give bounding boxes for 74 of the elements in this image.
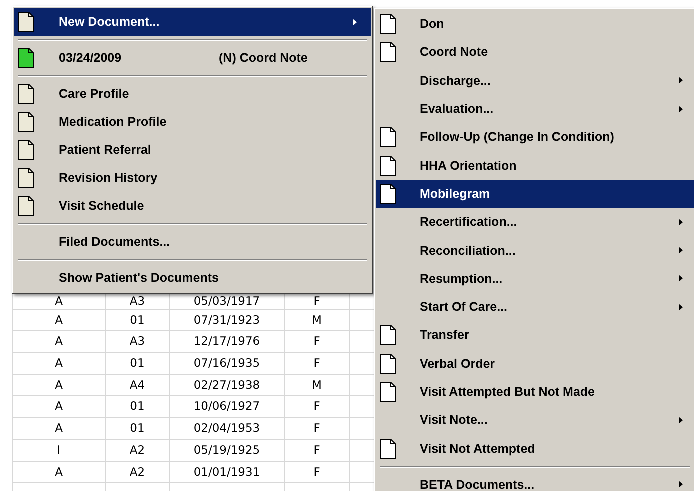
document-icon [380, 42, 396, 62]
menu-item[interactable]: Don [376, 10, 694, 38]
menu-item[interactable]: HHA Orientation [376, 151, 694, 180]
document-icon [380, 354, 396, 374]
table-cell: 01 [106, 418, 170, 440]
menu-item[interactable]: Patient Referral [14, 136, 371, 164]
table-cell: A [12, 310, 106, 332]
document-icon [18, 112, 34, 132]
menu-item[interactable]: Discharge... [376, 66, 694, 95]
table-cell: F [285, 396, 350, 418]
table-cell: A3 [106, 331, 170, 354]
menu-item[interactable]: Verbal Order [376, 350, 694, 378]
menu-item[interactable]: Visit Attempted But Not Made [376, 378, 694, 406]
table-cell: 02/27/1938 [170, 374, 285, 396]
table-cell: A [12, 374, 106, 396]
table-cell: M [285, 310, 350, 332]
table-cell: F [285, 418, 350, 440]
document-icon [380, 127, 396, 148]
table-cell: 01 [106, 396, 170, 418]
table-cell: A [12, 331, 106, 354]
menu-item[interactable]: Transfer [376, 321, 694, 350]
menu-item[interactable]: Visit Note... [376, 406, 694, 434]
table-cell: F [285, 353, 350, 375]
document-icon [380, 156, 396, 176]
table-cell: A [12, 353, 106, 375]
table-cell: A2 [106, 462, 170, 484]
table-cell: 02/04/1953 [170, 418, 285, 440]
table-cell: 07/16/1935 [170, 353, 285, 375]
menu-item[interactable]: Follow-Up (Change In Condition) [376, 123, 694, 152]
table-cell: F [285, 331, 350, 354]
menu-item[interactable]: Recertification... [376, 208, 694, 236]
table-cell: 05/19/1925 [170, 440, 285, 462]
document-icon [18, 168, 34, 188]
document-icon [18, 140, 34, 160]
menu-item[interactable]: BETA Documents... [376, 470, 694, 491]
menu-item[interactable]: Start Of Care... [376, 292, 694, 322]
menu-item[interactable]: Medication Profile [14, 108, 371, 136]
table-cell: A2 [106, 440, 170, 462]
menu-item[interactable]: Mobilegram [376, 180, 694, 208]
document-icon [18, 84, 34, 104]
menu-item[interactable]: Visit Not Attempted [376, 434, 694, 463]
menu-item[interactable]: 03/24/2009 (N) Coord Note [14, 44, 371, 72]
table-cell: 01 [106, 353, 170, 375]
table-cell: A [12, 462, 106, 484]
document-icon [18, 12, 34, 32]
document-icon [380, 382, 396, 402]
menu-item[interactable]: Visit Schedule [14, 192, 371, 220]
menu-item[interactable]: Evaluation... [376, 94, 694, 124]
table-cell: A4 [106, 374, 170, 396]
menu-item[interactable]: New Document... [14, 8, 371, 36]
table-cell: 07/31/1923 [170, 310, 285, 332]
menu-item[interactable]: Revision History [14, 164, 371, 192]
document-icon [380, 14, 396, 34]
document-icon [380, 438, 396, 459]
menu-item[interactable]: Coord Note [376, 38, 694, 67]
table-cell: 10/06/1927 [170, 396, 285, 418]
table-cell: 12/17/1976 [170, 331, 285, 354]
menu-item[interactable]: Reconciliation... [376, 236, 694, 265]
table-cell: A [12, 418, 106, 440]
table-cell: I [12, 440, 106, 462]
document-icon [380, 184, 396, 204]
menu-item[interactable]: Filed Documents... [14, 228, 371, 256]
table-cell: 01 [106, 310, 170, 332]
table-cell: F [285, 440, 350, 462]
menu-item[interactable]: Care Profile [14, 80, 371, 108]
table-cell: M [285, 374, 350, 396]
menu-item-detail: (N) Coord Note [219, 51, 309, 65]
table-cell: F [285, 462, 350, 484]
menu-item[interactable]: Resumption... [376, 264, 694, 293]
table-cell: 01/01/1931 [170, 462, 285, 484]
document-icon [18, 196, 34, 216]
table-cell: A [12, 396, 106, 418]
document-icon [18, 48, 34, 68]
document-icon [380, 325, 396, 346]
